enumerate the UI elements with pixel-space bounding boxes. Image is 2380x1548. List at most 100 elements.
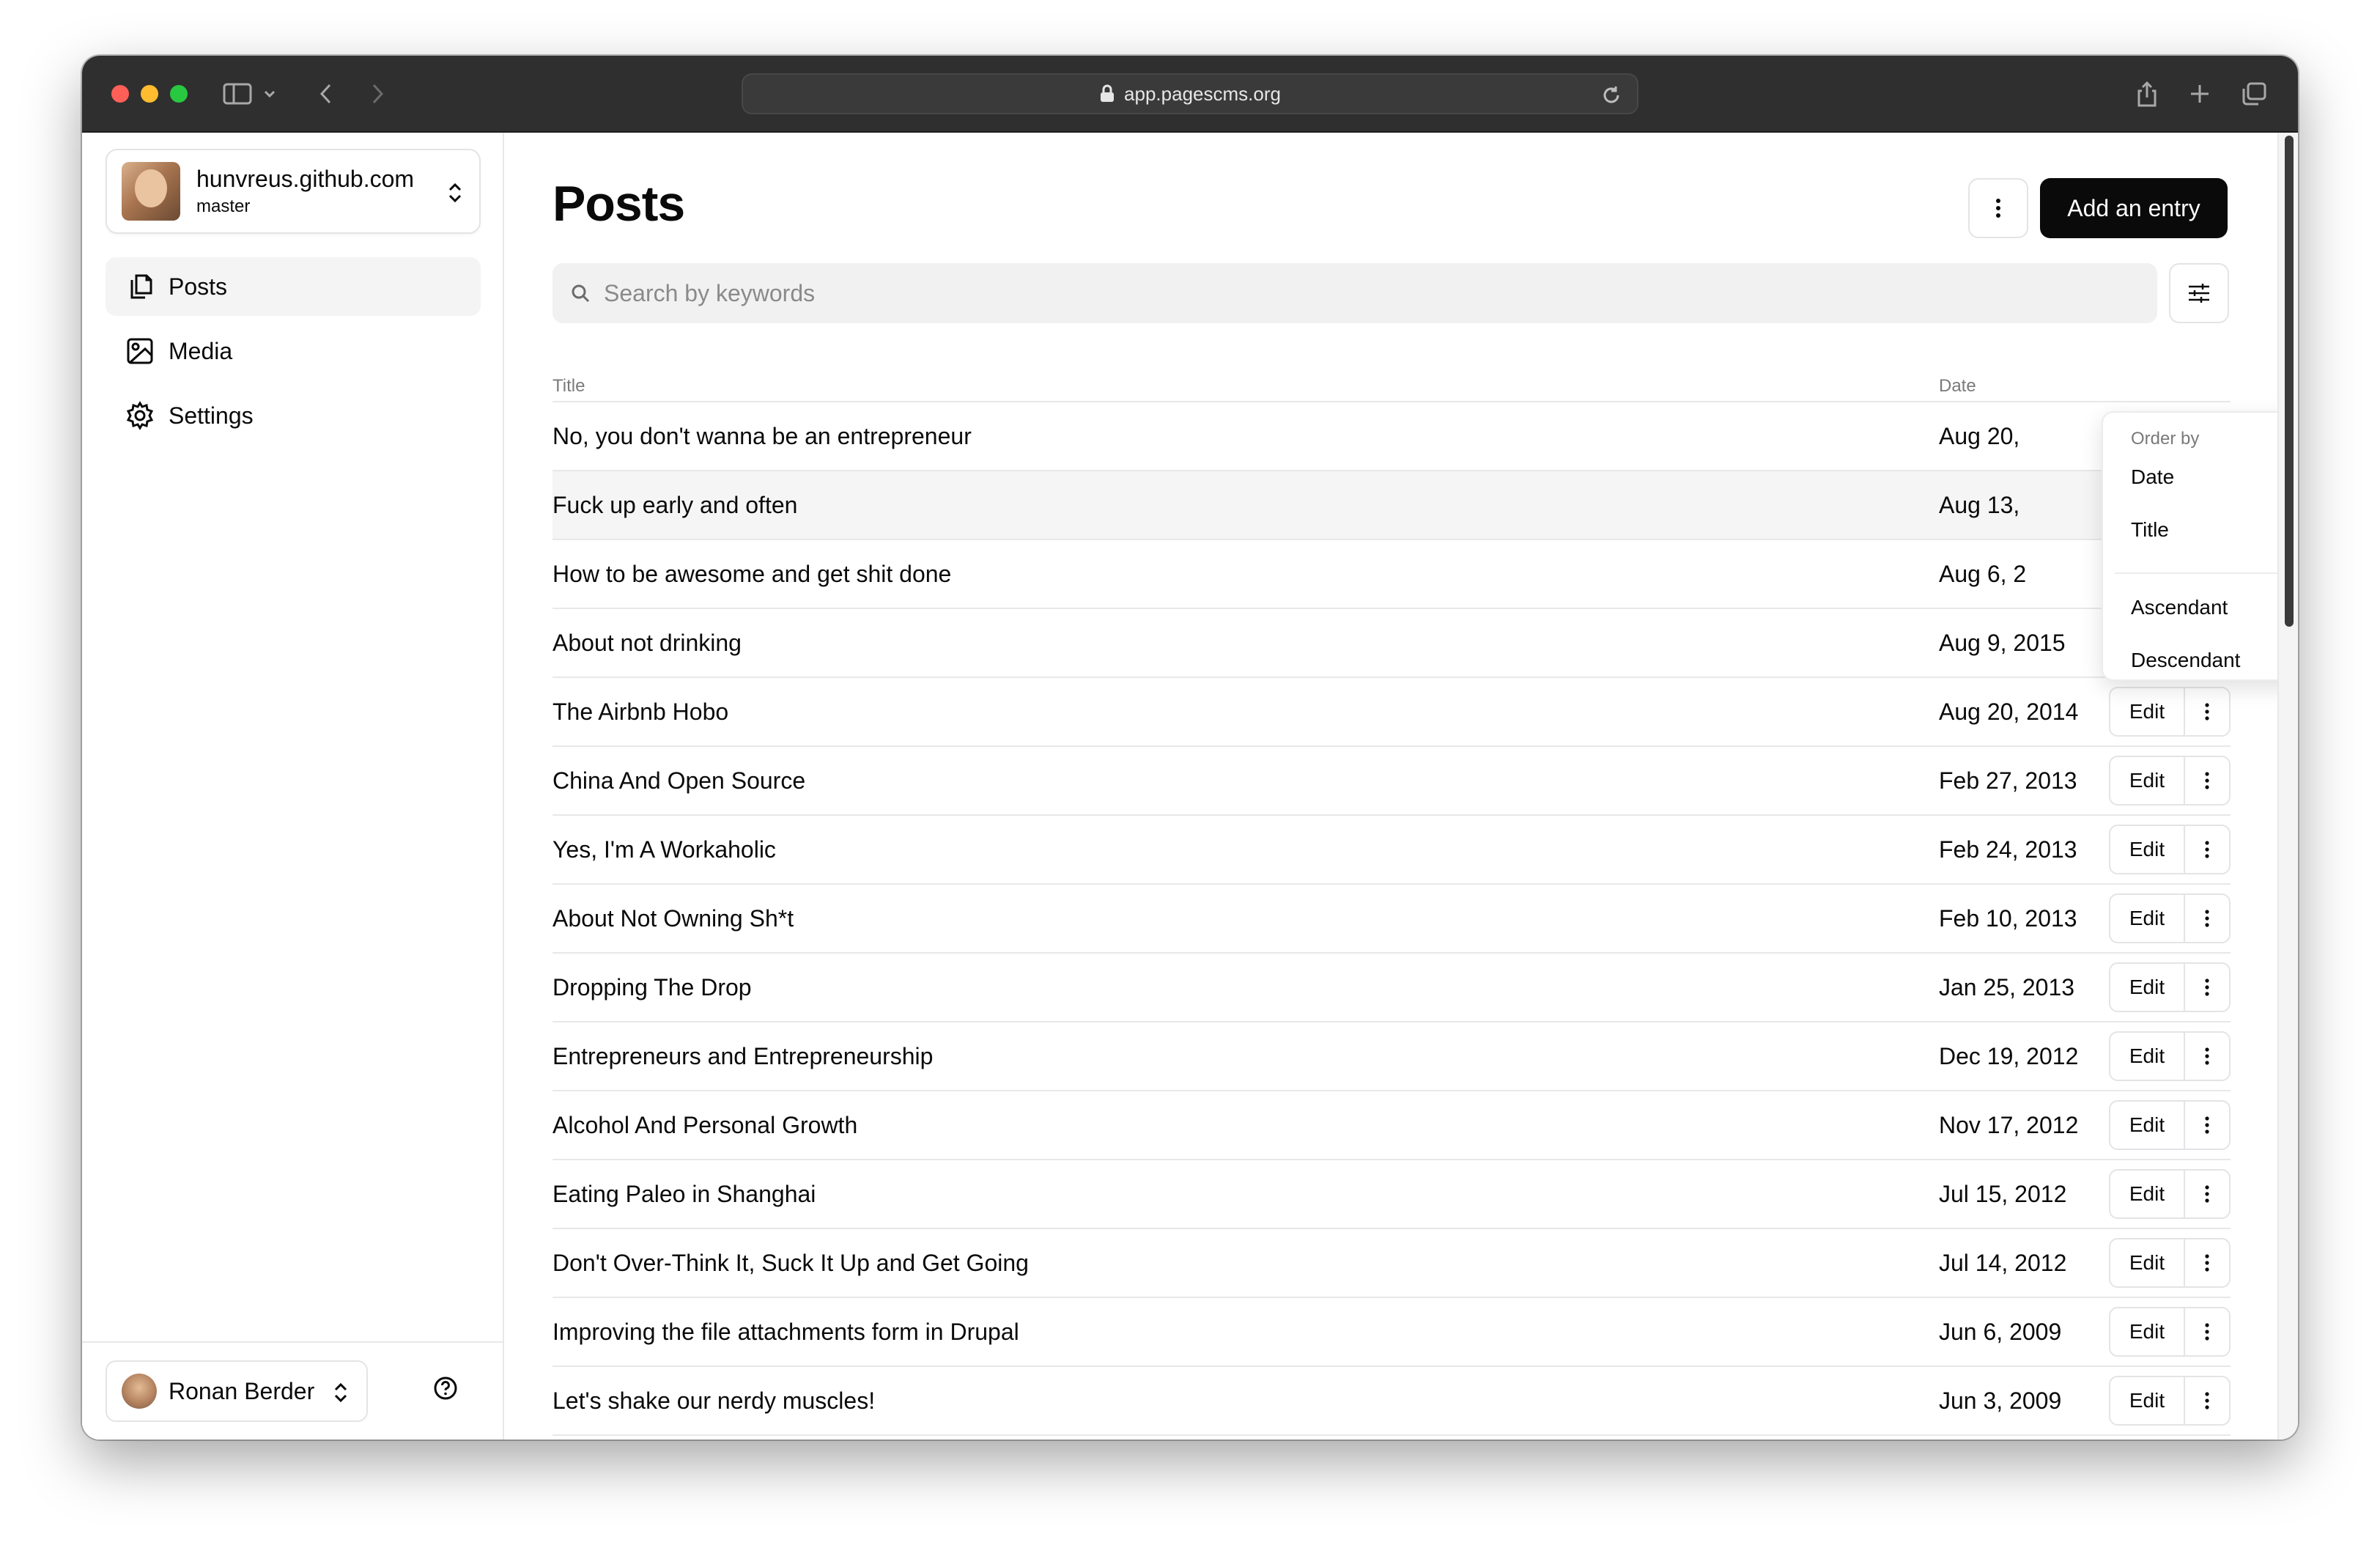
row-more-button[interactable] xyxy=(2185,1102,2229,1149)
entry-date: Aug 6, 2 xyxy=(1939,561,2027,587)
row-more-button[interactable] xyxy=(2185,826,2229,873)
row-more-button[interactable] xyxy=(2185,964,2229,1011)
table-row[interactable]: Let's shake our nerdy muscles! Jun 3, 20… xyxy=(552,1367,2231,1436)
row-actions: Edit xyxy=(2109,1169,2231,1219)
table-row[interactable]: Entrepreneurs and Entrepreneurship Dec 1… xyxy=(552,1022,2231,1091)
entry-title[interactable]: The Airbnb Hobo xyxy=(552,699,728,726)
row-more-button[interactable] xyxy=(2185,1308,2229,1355)
edit-button[interactable]: Edit xyxy=(2110,1308,2185,1355)
share-icon[interactable] xyxy=(2134,79,2160,108)
help-icon[interactable] xyxy=(432,1375,459,1401)
edit-button[interactable]: Edit xyxy=(2110,895,2185,942)
edit-button[interactable]: Edit xyxy=(2110,1239,2185,1286)
entry-title[interactable]: About not drinking xyxy=(552,630,742,657)
sort-option-ascendant[interactable]: Ascendant xyxy=(2131,596,2228,619)
row-more-button[interactable] xyxy=(2185,757,2229,804)
edit-button[interactable]: Edit xyxy=(2110,964,2185,1011)
main-panel: Posts Add an entry Search by keywords Ti… xyxy=(506,133,2298,1440)
more-vertical-icon xyxy=(2205,910,2209,927)
entry-title[interactable]: No, you don't wanna be an entrepreneur xyxy=(552,423,972,450)
entry-title[interactable]: Entrepreneurs and Entrepreneurship xyxy=(552,1043,933,1070)
user-switcher[interactable]: Ronan Berder xyxy=(106,1360,368,1422)
table-row[interactable]: Alcohol And Personal Growth Nov 17, 2012… xyxy=(552,1091,2231,1160)
row-more-button[interactable] xyxy=(2185,895,2229,942)
table-row[interactable]: No, you don't wanna be an entrepreneur A… xyxy=(552,402,2231,471)
entry-title[interactable]: Eating Paleo in Shanghai xyxy=(552,1181,816,1208)
edit-button[interactable]: Edit xyxy=(2110,688,2185,735)
user-name: Ronan Berder xyxy=(169,1377,315,1404)
entry-date: Jan 25, 2013 xyxy=(1939,974,2075,1000)
new-tab-icon[interactable] xyxy=(2187,79,2213,108)
entry-title[interactable]: Dropping The Drop xyxy=(552,974,752,1001)
table-row[interactable]: About Not Owning Sh*t Feb 10, 2013 Edit xyxy=(552,885,2231,954)
edit-button[interactable]: Edit xyxy=(2110,826,2185,873)
chevrons-up-down-icon xyxy=(334,1382,347,1403)
reload-icon[interactable] xyxy=(1600,84,1622,106)
sort-options-button[interactable] xyxy=(2169,263,2229,323)
table-row[interactable]: About not drinking Aug 9, 2015 Edit xyxy=(552,609,2231,678)
chevron-down-icon[interactable] xyxy=(262,79,277,108)
sort-option-date[interactable]: Date xyxy=(2131,465,2174,489)
tab-overview-icon[interactable] xyxy=(2239,79,2269,108)
repo-switcher[interactable]: hunvreus.github.com master xyxy=(106,149,481,234)
entry-title[interactable]: About Not Owning Sh*t xyxy=(552,905,794,932)
row-more-button[interactable] xyxy=(2185,1377,2229,1424)
entry-date: Feb 24, 2013 xyxy=(1939,836,2077,863)
entry-title[interactable]: Yes, I'm A Workaholic xyxy=(552,836,776,863)
add-entry-button[interactable]: Add an entry xyxy=(2040,178,2228,238)
row-more-button[interactable] xyxy=(2185,1171,2229,1217)
entry-date: Aug 20, xyxy=(1939,423,2020,449)
back-icon[interactable] xyxy=(315,79,337,108)
table-row[interactable]: The Airbnb Hobo Aug 20, 2014 Edit xyxy=(552,678,2231,747)
entry-title[interactable]: Fuck up early and often xyxy=(552,492,797,519)
forward-icon[interactable] xyxy=(366,79,388,108)
row-actions: Edit xyxy=(2109,962,2231,1012)
edit-button[interactable]: Edit xyxy=(2110,757,2185,804)
collection-more-button[interactable] xyxy=(1968,178,2028,238)
entry-title[interactable]: China And Open Source xyxy=(552,767,805,795)
maximize-window-button[interactable] xyxy=(170,85,188,103)
entry-date: Feb 27, 2013 xyxy=(1939,767,2077,794)
entry-title[interactable]: Let's shake our nerdy muscles! xyxy=(552,1387,875,1415)
sidebar-item-posts[interactable]: Posts xyxy=(106,257,481,316)
table-row[interactable]: Dropping The Drop Jan 25, 2013 Edit xyxy=(552,954,2231,1022)
column-header-title[interactable]: Title xyxy=(552,376,585,397)
sidebar-toggle-icon[interactable] xyxy=(221,79,254,108)
table-row[interactable]: Eating Paleo in Shanghai Jul 15, 2012 Ed… xyxy=(552,1160,2231,1229)
edit-button[interactable]: Edit xyxy=(2110,1102,2185,1149)
table-row[interactable]: Improving the file attachments form in D… xyxy=(552,1298,2231,1367)
repo-branch: master xyxy=(196,196,251,216)
entry-date: Dec 19, 2012 xyxy=(1939,1043,2079,1069)
table-row[interactable]: How to be awesome and get shit done Aug … xyxy=(552,540,2231,609)
row-actions: Edit xyxy=(2109,687,2231,737)
sidebar-item-settings[interactable]: Settings xyxy=(106,386,481,445)
more-vertical-icon xyxy=(2205,1254,2209,1272)
sidebar-item-media[interactable]: Media xyxy=(106,322,481,380)
entry-title[interactable]: Improving the file attachments form in D… xyxy=(552,1319,1019,1346)
edit-button[interactable]: Edit xyxy=(2110,1171,2185,1217)
table-row[interactable]: Yes, I'm A Workaholic Feb 24, 2013 Edit xyxy=(552,816,2231,885)
table-header: Title Date xyxy=(552,376,2231,402)
edit-button[interactable]: Edit xyxy=(2110,1377,2185,1424)
minimize-window-button[interactable] xyxy=(141,85,158,103)
close-window-button[interactable] xyxy=(111,85,129,103)
edit-button[interactable]: Edit xyxy=(2110,1033,2185,1080)
row-actions: Edit xyxy=(2109,825,2231,874)
row-more-button[interactable] xyxy=(2185,688,2229,735)
entry-title[interactable]: How to be awesome and get shit done xyxy=(552,561,951,588)
table-row[interactable]: Fuck up early and often Aug 13, xyxy=(552,471,2231,540)
table-row[interactable]: China And Open Source Feb 27, 2013 Edit xyxy=(552,747,2231,816)
entry-date: Aug 9, 2015 xyxy=(1939,630,2066,656)
search-input[interactable] xyxy=(604,279,2069,307)
sort-option-descendant[interactable]: Descendant xyxy=(2131,649,2240,672)
address-bar[interactable]: app.pagescms.org xyxy=(742,73,1638,114)
entry-title[interactable]: Alcohol And Personal Growth xyxy=(552,1112,857,1139)
table-row[interactable]: Don't Over-Think It, Suck It Up and Get … xyxy=(552,1229,2231,1298)
row-more-button[interactable] xyxy=(2185,1239,2229,1286)
sort-option-title[interactable]: Title xyxy=(2131,518,2169,542)
entry-date: Jun 3, 2009 xyxy=(1939,1387,2062,1414)
scrollbar-thumb[interactable] xyxy=(2285,136,2294,627)
row-more-button[interactable] xyxy=(2185,1033,2229,1080)
column-header-date[interactable]: Date xyxy=(1939,376,1976,397)
entry-title[interactable]: Don't Over-Think It, Suck It Up and Get … xyxy=(552,1250,1029,1277)
